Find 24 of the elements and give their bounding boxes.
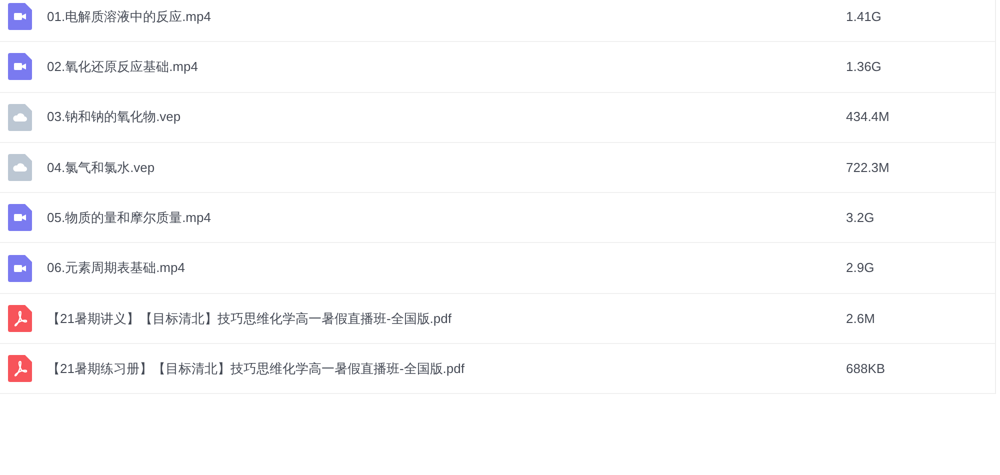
file-size: 2.9G [846,259,874,278]
file-name[interactable]: 06.元素周期表基础.mp4 [47,258,846,278]
video-file-icon [8,53,32,80]
file-size: 3.2G [846,209,874,228]
cloud-file-icon [8,154,32,182]
video-file-icon [8,204,32,232]
pdf-file-icon [8,304,32,332]
file-name[interactable]: 【21暑期讲义】【目标清北】技巧思维化学高一暑假直播班-全国版.pdf [47,308,846,328]
file-name[interactable]: 05.物质的量和摩尔质量.mp4 [47,208,846,228]
file-name[interactable]: 01.电解质溶液中的反应.mp4 [47,6,846,26]
file-size: 722.3M [846,158,890,177]
file-name[interactable]: 04.氯气和氯水.vep [47,158,846,178]
file-size: 688KB [846,360,886,378]
file-size: 1.41G [846,8,882,26]
cloud-file-icon [8,104,32,131]
file-size: 2.6M [846,310,875,328]
pdf-file-icon [8,355,32,382]
video-file-icon [8,254,32,282]
file-name[interactable]: 03.钠和钠的氧化物.vep [47,107,846,127]
video-file-icon [8,3,32,30]
file-name[interactable]: 【21暑期练习册】【目标清北】技巧思维化学高一暑假直播班-全国版.pdf [47,358,846,378]
file-size: 1.36G [846,58,882,76]
file-size: 434.4M [846,108,890,126]
file-name[interactable]: 02.氧化还原反应基础.mp4 [47,57,846,77]
